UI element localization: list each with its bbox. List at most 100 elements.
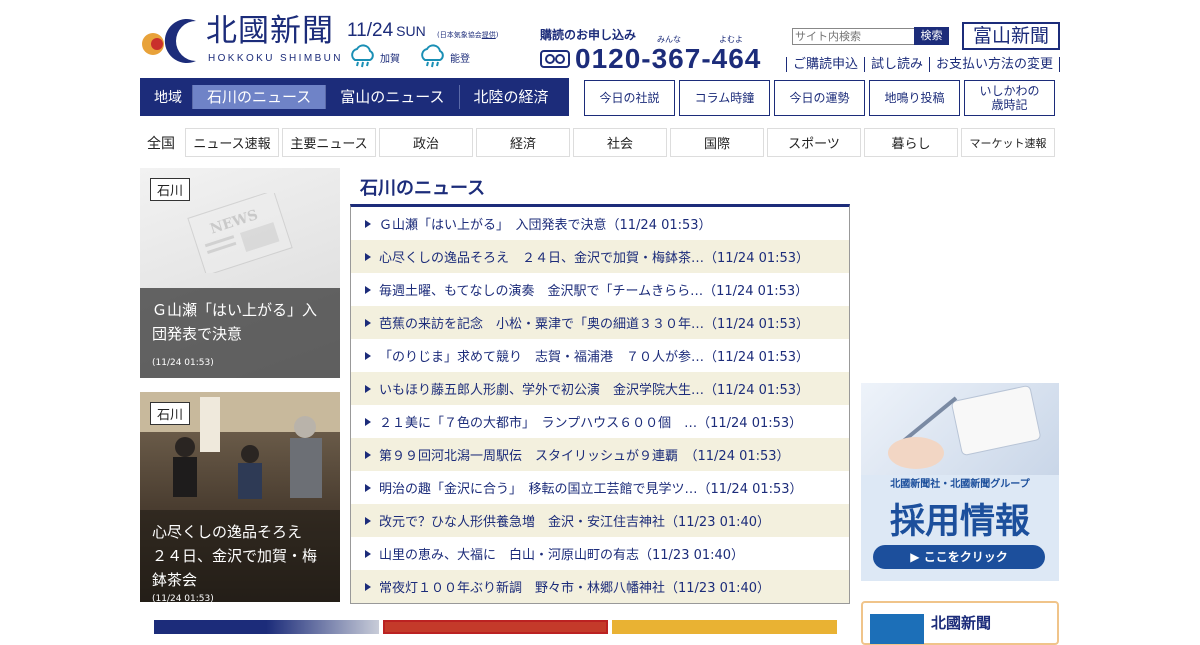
- list-item-text[interactable]: 毎週土曜、もてなしの演奏 金沢駅で「チームきらら…（11/24 01:53）: [379, 280, 808, 299]
- list-item-text[interactable]: 山里の恵み、大福に 白山・河原山町の有志（11/23 01:40）: [379, 544, 744, 563]
- subscribe-phone[interactable]: 0120-367-464: [575, 43, 761, 75]
- site-search-input[interactable]: [792, 28, 916, 45]
- list-item[interactable]: 芭蕉の来訪を記念 小松・粟津で「奥の細道３３０年…（11/24 01:53）: [351, 306, 849, 339]
- weather-credit-link[interactable]: 提供: [482, 31, 496, 39]
- arrow-icon: [365, 516, 371, 525]
- seasonal-calendar-button[interactable]: いしかわの 歳時記: [964, 80, 1055, 116]
- list-item[interactable]: 明治の趣「金沢に合う」 移転の国立工芸館で見学ツ…（11/24 01:53）: [351, 471, 849, 504]
- arrow-icon: [365, 450, 371, 459]
- card-date: (11/24 01:53): [152, 594, 214, 602]
- horoscope-button[interactable]: 今日の運勢: [774, 80, 865, 116]
- news-card[interactable]: 石川 心尽くしの逸品そろえ ２４日、金沢で加賀・梅鉢茶会 (11/24 01:5…: [140, 392, 340, 602]
- arrow-icon: [365, 252, 371, 261]
- news-card[interactable]: NEWS 石川 Ｇ山瀬「はい上がる」入団発表で決意 (11/24 01:53): [140, 168, 340, 378]
- arrow-icon: [365, 351, 371, 360]
- weather-noto[interactable]: 能登: [418, 44, 470, 70]
- arrow-icon: [365, 549, 371, 558]
- toyama-shimbun-button[interactable]: 富山新聞: [962, 22, 1060, 50]
- newspaper-icon: NEWS: [187, 193, 293, 273]
- list-item[interactable]: 山里の恵み、大福に 白山・河原山町の有志（11/23 01:40）: [351, 537, 849, 570]
- tab-hokuriku-economy[interactable]: 北陸の経済: [458, 85, 563, 109]
- card-caption: 心尽くしの逸品そろえ ２４日、金沢で加賀・梅鉢茶会 (11/24 01:53): [140, 510, 340, 602]
- reader-post-button[interactable]: 地鳴り投稿: [869, 80, 960, 116]
- card-region-tag: 石川: [150, 178, 191, 201]
- banner-subtitle: 北國新聞社・北國新聞グループ: [890, 479, 1030, 490]
- subscription-links: ご購読申込 試し読み お支払い方法の変更: [786, 57, 1061, 72]
- hand-with-pen-photo: [888, 385, 1041, 469]
- category-nav: 全国 ニュース速報 主要ニュース 政治 経済 社会 国際 スポーツ 暮らし マー…: [140, 128, 1055, 157]
- rain-cloud-icon: [421, 44, 444, 68]
- cat-society[interactable]: 社会: [573, 128, 667, 157]
- thumbnail[interactable]: [383, 620, 608, 634]
- banner-photo: [861, 383, 1059, 475]
- weather-kaga[interactable]: 加賀: [348, 44, 400, 70]
- category-nav-label: 全国: [147, 135, 175, 152]
- cat-politics[interactable]: 政治: [379, 128, 473, 157]
- list-item[interactable]: 改元で？ひな人形供養急増 金沢・安江住吉神社（11/23 01:40）: [351, 504, 849, 537]
- news-list: Ｇ山瀬「はい上がる」 入団発表で決意（11/24 01:53） 心尽くしの逸品そ…: [350, 204, 850, 604]
- editorial-button[interactable]: 今日の社説: [584, 80, 675, 116]
- feature-buttons: 今日の社説 コラム時鐘 今日の運勢 地鳴り投稿 いしかわの 歳時記: [584, 80, 1055, 116]
- weather-credit-text: (日本気象協会: [437, 31, 482, 39]
- list-item-text[interactable]: 芭蕉の来訪を記念 小松・粟津で「奥の細道３３０年…（11/24 01:53）: [379, 313, 809, 332]
- card-title[interactable]: 心尽くしの逸品そろえ ２４日、金沢で加賀・梅鉢茶会: [152, 520, 328, 592]
- list-item-text[interactable]: 常夜灯１００年ぶり新調 野々市・林郷八幡神社（11/23 01:40）: [379, 577, 770, 596]
- cat-economy[interactable]: 経済: [476, 128, 570, 157]
- link-subscribe[interactable]: ご購読申込: [786, 57, 866, 72]
- current-date: 11/24 SUN: [347, 20, 426, 42]
- list-item-text[interactable]: 明治の趣「金沢に合う」 移転の国立工芸館で見学ツ…（11/24 01:53）: [379, 478, 803, 497]
- cat-market[interactable]: マーケット速報: [961, 128, 1055, 157]
- logo-mark-icon[interactable]: [140, 17, 200, 65]
- list-item[interactable]: 第９９回河北潟一周駅伝 スタイリッシュが９連覇 （11/24 01:53）: [351, 438, 849, 471]
- arrow-icon: [365, 384, 371, 393]
- section-title: 石川のニュース: [360, 178, 486, 199]
- list-item-text[interactable]: 「のりじま」求めて競り 志賀・福浦港 ７０人が参…（11/24 01:53）: [379, 346, 809, 365]
- region-nav-label: 地域: [154, 90, 182, 106]
- list-item-text[interactable]: ２１美に「７色の大都市」 ランプハウス６００個 …（11/24 01:53）: [379, 412, 802, 431]
- tab-ishikawa-news[interactable]: 石川のニュース: [192, 85, 326, 109]
- hokkoku-shimbun-box[interactable]: 北國新聞: [861, 601, 1059, 645]
- cat-life[interactable]: 暮らし: [864, 128, 958, 157]
- cat-breaking-news[interactable]: ニュース速報: [185, 128, 279, 157]
- card-title[interactable]: Ｇ山瀬「はい上がる」入団発表で決意: [152, 298, 328, 346]
- list-item-text[interactable]: いもほり藤五郎人形劇、学外で初公演 金沢学院大生…（11/24 01:53）: [379, 379, 809, 398]
- recruit-banner[interactable]: 北國新聞社・北國新聞グループ 採用情報 ▶ ここをクリック: [861, 383, 1059, 581]
- subscribe-title: 購読のお申し込み: [540, 28, 637, 42]
- cat-sports[interactable]: スポーツ: [767, 128, 861, 157]
- list-item[interactable]: 常夜灯１００年ぶり新調 野々市・林郷八幡神社（11/23 01:40）: [351, 570, 849, 603]
- card-caption: Ｇ山瀬「はい上がる」入団発表で決意 (11/24 01:53): [140, 288, 340, 378]
- column-jisho-button[interactable]: コラム時鐘: [679, 80, 770, 116]
- link-trial[interactable]: 試し読み: [865, 57, 931, 72]
- card-date: (11/24 01:53): [152, 358, 214, 368]
- list-item-text[interactable]: 改元で？ひな人形供養急増 金沢・安江住吉神社（11/23 01:40）: [379, 511, 770, 530]
- cat-top-news[interactable]: 主要ニュース: [282, 128, 376, 157]
- list-item[interactable]: 「のりじま」求めて競り 志賀・福浦港 ７０人が参…（11/24 01:53）: [351, 339, 849, 372]
- list-item[interactable]: 毎週土曜、もてなしの演奏 金沢駅で「チームきらら…（11/24 01:53）: [351, 273, 849, 306]
- list-item[interactable]: Ｇ山瀬「はい上がる」 入団発表で決意（11/24 01:53）: [351, 207, 849, 240]
- cat-international[interactable]: 国際: [670, 128, 764, 157]
- tab-toyama-news[interactable]: 富山のニュース: [325, 85, 458, 109]
- list-item-text[interactable]: 心尽くしの逸品そろえ ２４日、金沢で加賀・梅鉢茶…（11/24 01:53）: [379, 247, 809, 266]
- weekday: SUN: [396, 23, 426, 39]
- list-item[interactable]: 心尽くしの逸品そろえ ２４日、金沢で加賀・梅鉢茶…（11/24 01:53）: [351, 240, 849, 273]
- weather-noto-label: 能登: [450, 53, 470, 65]
- weather-kaga-label: 加賀: [380, 53, 400, 65]
- list-item[interactable]: いもほり藤五郎人形劇、学外で初公演 金沢学院大生…（11/24 01:53）: [351, 372, 849, 405]
- arrow-icon: [365, 285, 371, 294]
- arrow-icon: [365, 582, 371, 591]
- logo-wordmark[interactable]: 北國新聞: [206, 16, 334, 47]
- list-item-text[interactable]: Ｇ山瀬「はい上がる」 入団発表で決意（11/24 01:53）: [379, 214, 712, 233]
- link-payment-change[interactable]: お支払い方法の変更: [930, 57, 1061, 72]
- thumbnail[interactable]: [154, 620, 379, 634]
- free-dial-icon: [540, 50, 570, 68]
- search-button[interactable]: 検索: [914, 27, 949, 45]
- arrow-icon: [365, 417, 371, 426]
- list-item-text[interactable]: 第９９回河北潟一周駅伝 スタイリッシュが９連覇 （11/24 01:53）: [379, 445, 790, 464]
- list-item[interactable]: ２１美に「７色の大都市」 ランプハウス６００個 …（11/24 01:53）: [351, 405, 849, 438]
- thumbnail[interactable]: [612, 620, 837, 634]
- banner-title: 採用情報: [889, 502, 1030, 542]
- region-nav: 地域 石川のニュース 富山のニュース 北陸の経済: [140, 78, 569, 116]
- arrow-icon: [365, 219, 371, 228]
- banner-cta-button[interactable]: ▶ ここをクリック: [873, 545, 1045, 569]
- logo-romaji: HOKKOKU SHIMBUN: [208, 53, 343, 64]
